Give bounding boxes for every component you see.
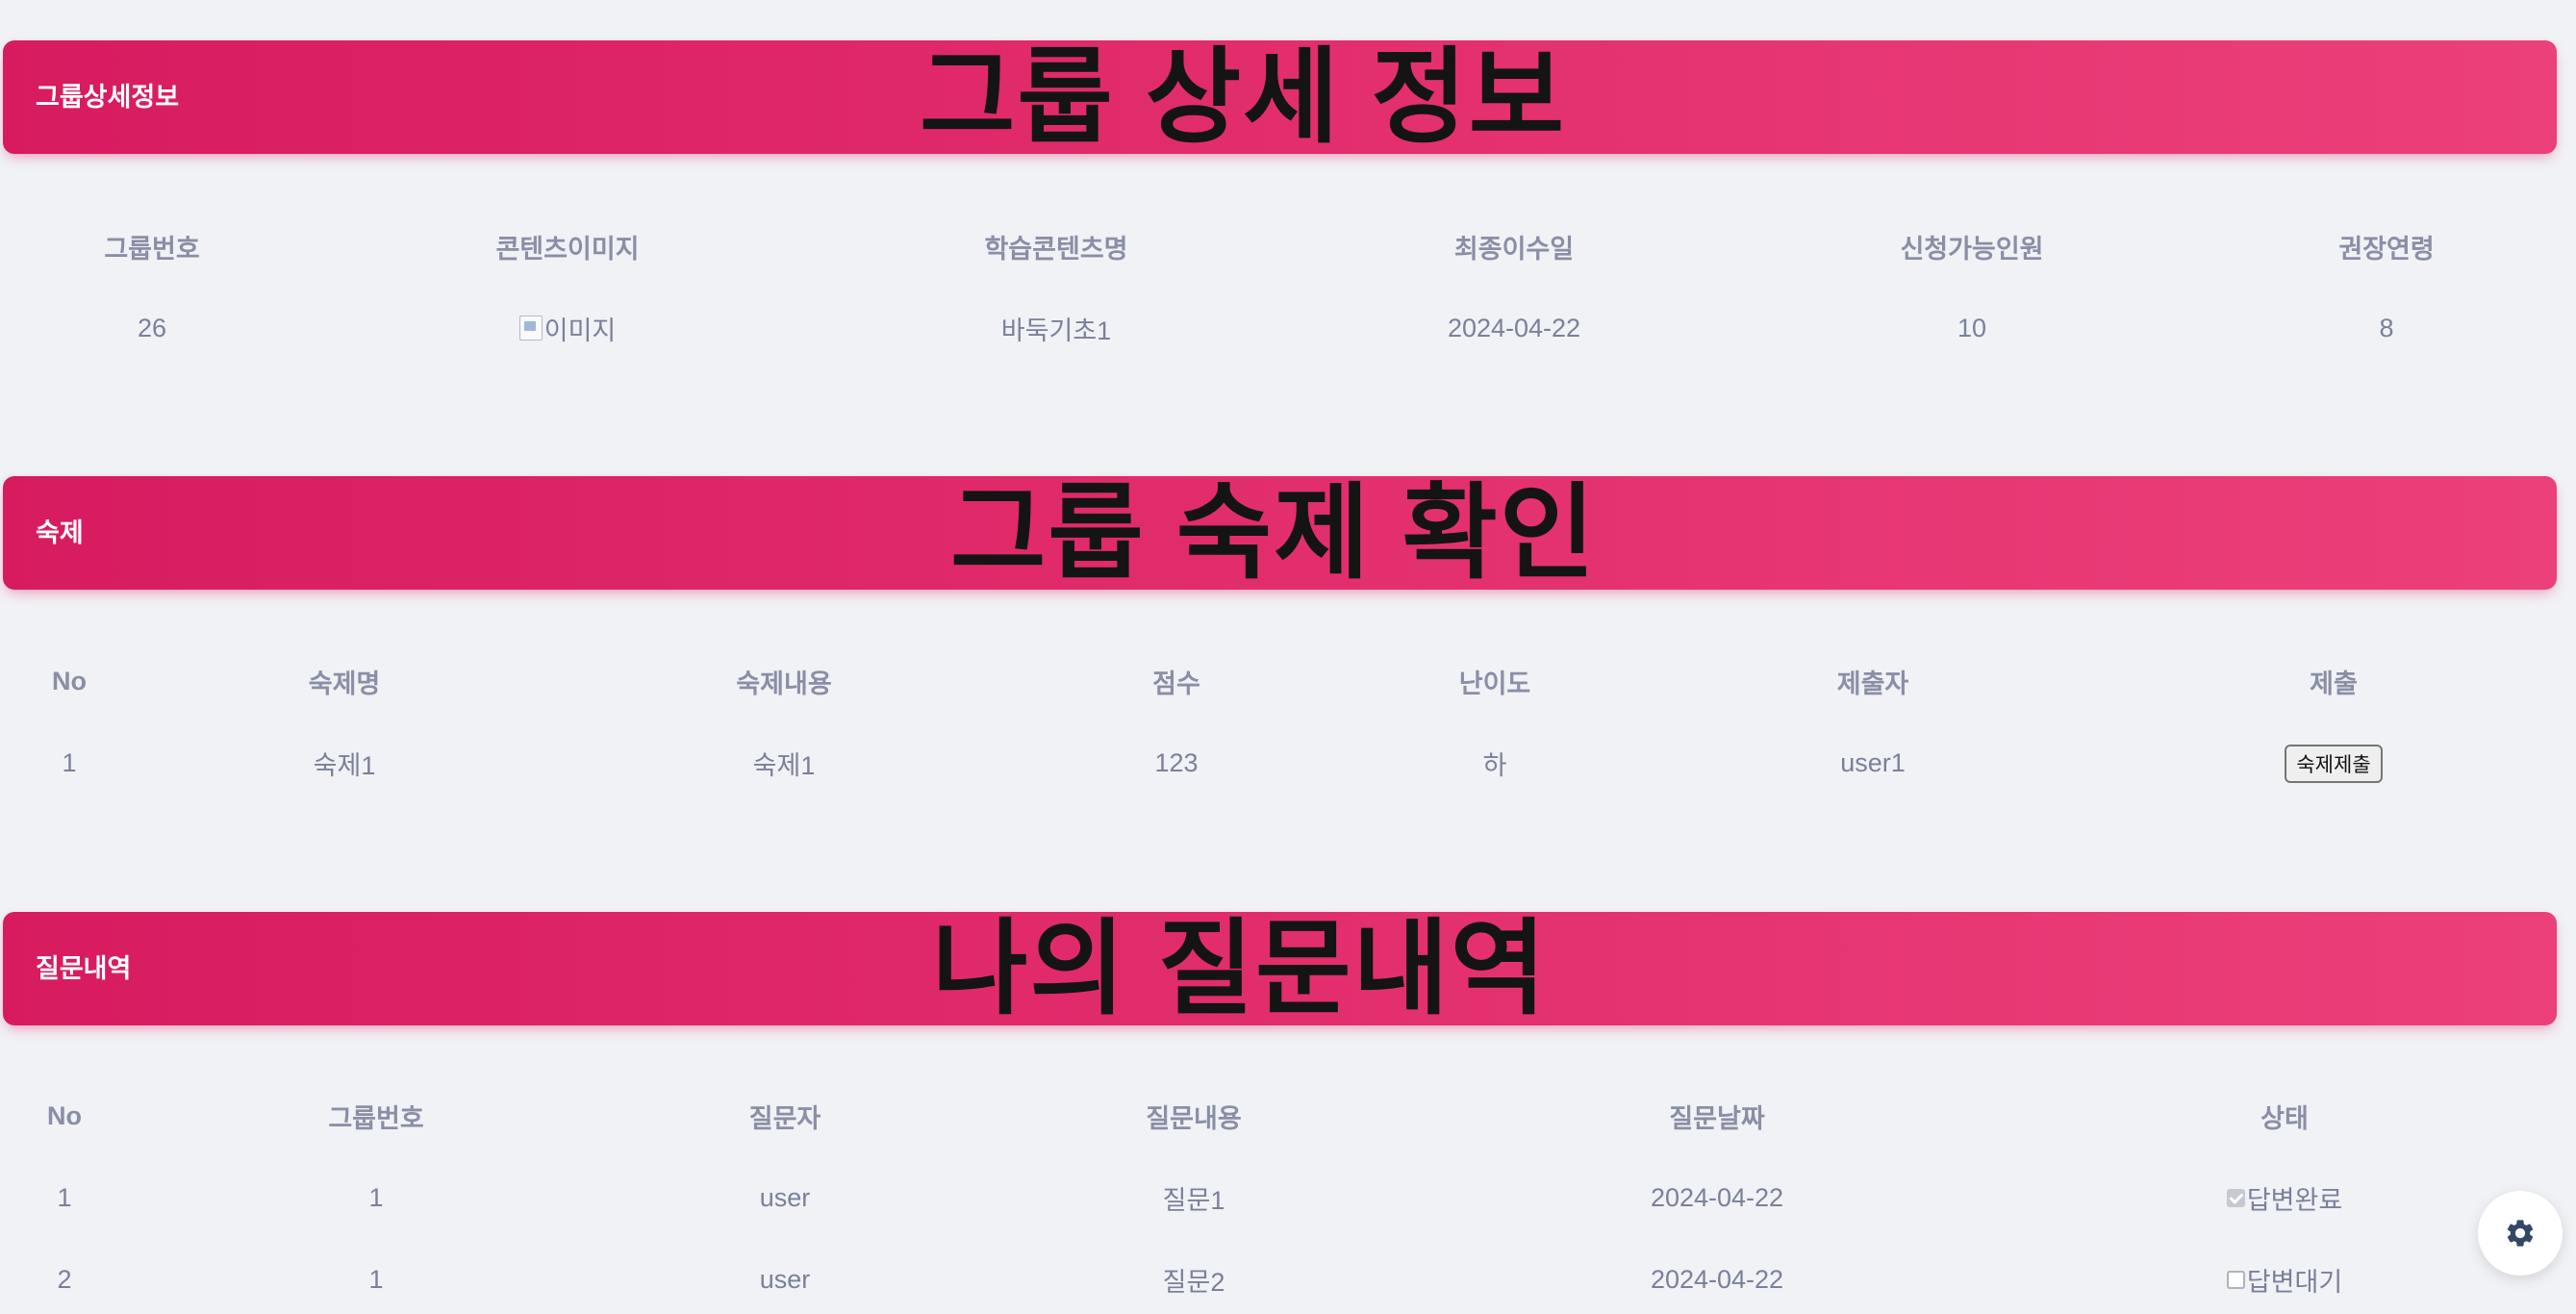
question-date-cell: 2024-04-22	[1650, 1265, 1784, 1294]
content-image-alt: 이미지	[543, 316, 617, 345]
column-header: 제출자	[1836, 670, 1909, 698]
question-group-cell: 1	[368, 1265, 384, 1294]
questions-table: No 그룹번호 질문자 질문내용 질문날짜 상태 1 1 user 질문1 20…	[0, 1075, 2576, 1314]
group-detail-title: 그룹상세정보	[36, 83, 180, 112]
homework-caption: 그룹 숙제 확인	[950, 474, 1598, 591]
question-group-cell: 1	[368, 1183, 384, 1212]
question-no-cell: 1	[57, 1183, 72, 1212]
question-asker-cell: user	[759, 1183, 811, 1212]
question-no-cell: 2	[57, 1265, 72, 1294]
question-status: 답변대기	[2226, 1261, 2343, 1299]
homework-score-cell: 123	[1154, 748, 1199, 777]
column-header: 점수	[1152, 670, 1200, 698]
questions-title: 질문내역	[36, 954, 132, 983]
group-detail-header: 그룹상세정보 그룹 상세 정보	[3, 40, 2557, 154]
content-name-cell: 바둑기초1	[1000, 316, 1112, 345]
column-header: 그룹번호	[104, 235, 200, 264]
questions-header: 질문내역 나의 질문내역	[3, 912, 2557, 1025]
table-row: 1 숙제1 숙제1 123 하 user1 숙제제출	[0, 722, 2576, 804]
homework-content-cell: 숙제1	[752, 751, 816, 780]
table-header-row: No 숙제명 숙제내용 점수 난이도 제출자 제출	[0, 641, 2576, 722]
page: 그룹상세정보 그룹 상세 정보 그룹번호 콘텐츠이미지 학습콘텐츠명 최종이수일…	[0, 0, 2576, 1314]
table-row: 26 이미지 바둑기초1 2024-04-22 10 8	[0, 288, 2576, 369]
completion-date-cell: 2024-04-22	[1447, 314, 1581, 342]
question-asker-cell: user	[759, 1265, 811, 1294]
status-label: 답변완료	[2246, 1186, 2343, 1215]
table-header-row: 그룹번호 콘텐츠이미지 학습콘텐츠명 최종이수일 신청가능인원 권장연령	[0, 206, 2576, 288]
content-image: 이미지	[518, 310, 617, 347]
column-header: 그룹번호	[328, 1104, 424, 1133]
homework-header: 숙제 그룹 숙제 확인	[3, 476, 2557, 590]
group-detail-caption: 그룹 상세 정보	[920, 38, 1567, 155]
question-content-cell: 질문1	[1162, 1186, 1225, 1215]
column-header: 질문자	[748, 1104, 821, 1133]
submit-homework-button[interactable]: 숙제제출	[2285, 744, 2383, 783]
content-image-cell: 이미지	[304, 288, 831, 369]
question-date-cell: 2024-04-22	[1650, 1183, 1784, 1212]
homework-table: No 숙제명 숙제내용 점수 난이도 제출자 제출 1 숙제1 숙제1 123 …	[0, 641, 2576, 804]
table-row[interactable]: 1 1 user 질문1 2024-04-22 답변완료	[0, 1157, 2576, 1239]
homework-name-cell: 숙제1	[313, 751, 376, 780]
column-header: 숙제내용	[736, 670, 832, 698]
status-checkbox	[2226, 1271, 2245, 1289]
column-header: 권장연령	[2338, 235, 2435, 264]
column-header: 질문내용	[1146, 1104, 1242, 1133]
homework-difficulty-cell: 하	[1482, 751, 1507, 780]
capacity-cell: 10	[1957, 314, 1987, 342]
question-status: 답변완료	[2226, 1179, 2343, 1217]
homework-submitter-cell: user1	[1840, 748, 1906, 777]
column-header: 질문날짜	[1669, 1104, 1765, 1133]
question-content-cell: 질문2	[1162, 1268, 1225, 1297]
column-header: 최종이수일	[1453, 235, 1575, 264]
column-header: No	[52, 667, 87, 695]
column-header: 숙제명	[308, 670, 381, 698]
questions-caption: 나의 질문내역	[932, 910, 1549, 1026]
homework-action-cell: 숙제제출	[2091, 722, 2576, 804]
column-header: 상태	[2260, 1104, 2309, 1133]
homework-no-cell: 1	[62, 748, 77, 777]
settings-button[interactable]	[2478, 1191, 2563, 1276]
gear-icon	[2507, 1220, 2534, 1247]
recommended-age-cell: 8	[2379, 314, 2394, 342]
broken-image-icon	[518, 316, 543, 341]
column-header: No	[47, 1101, 82, 1130]
column-header: 콘텐츠이미지	[495, 235, 640, 264]
status-checkbox	[2226, 1189, 2245, 1207]
column-header: 난이도	[1458, 670, 1531, 698]
group-number-cell: 26	[137, 314, 167, 342]
homework-title: 숙제	[36, 518, 84, 547]
column-header: 제출	[2310, 670, 2358, 698]
column-header: 학습콘텐츠명	[984, 235, 1128, 264]
group-detail-table: 그룹번호 콘텐츠이미지 학습콘텐츠명 최종이수일 신청가능인원 권장연령 26 …	[0, 206, 2576, 369]
status-label: 답변대기	[2246, 1268, 2343, 1297]
table-header-row: No 그룹번호 질문자 질문내용 질문날짜 상태	[0, 1075, 2576, 1157]
table-row[interactable]: 2 1 user 질문2 2024-04-22 답변대기	[0, 1239, 2576, 1314]
column-header: 신청가능인원	[1900, 235, 2044, 264]
